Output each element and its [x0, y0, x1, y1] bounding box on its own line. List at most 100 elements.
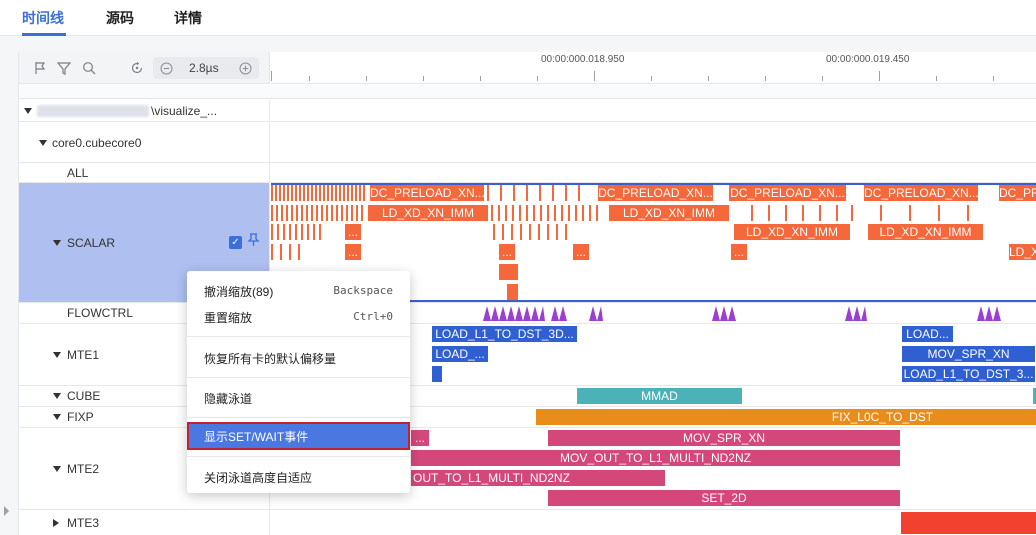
scalar-stripe: [311, 205, 313, 221]
ruler-tick: [993, 76, 994, 81]
ruler-tick: [765, 76, 766, 81]
zoom-control: 2.8µs: [153, 57, 259, 79]
mte3-track[interactable]: [271, 510, 1036, 535]
scalar-stripe: [275, 185, 277, 201]
event-block[interactable]: DC_PRELOAD_XN...: [598, 185, 713, 201]
event-block[interactable]: ...: [411, 430, 429, 446]
scalar-stripe: [339, 185, 341, 201]
lane-flowctrl[interactable]: FLOWCTRL: [19, 303, 1036, 324]
lane-label: MTE1: [67, 347, 100, 362]
time-ruler[interactable]: 00:00:000.018.950 00:00:000.019.450: [271, 52, 1036, 84]
event-block[interactable]: ...: [345, 244, 361, 260]
lane-fixp[interactable]: FIXP FIX_L0C_TO_DST: [19, 407, 1036, 428]
menu-item-disable-auto-height[interactable]: 关闭泳道高度自适应: [187, 463, 410, 489]
event-block[interactable]: DC_PR: [999, 185, 1036, 201]
lane-label: MTE2: [67, 461, 100, 476]
tab-source[interactable]: 源码: [106, 8, 134, 28]
scalar-stripe: [307, 185, 309, 201]
scalar-stripe: [526, 185, 528, 201]
menu-item-show-set-wait[interactable]: 显示SET/WAIT事件: [187, 422, 410, 450]
event-block[interactable]: ...: [573, 244, 589, 260]
zoom-in-icon[interactable]: [236, 59, 254, 77]
event-block[interactable]: LD_XD_XN_IMM: [368, 205, 488, 221]
event-block[interactable]: MOV_SPR_XN: [902, 346, 1035, 362]
ruler-tick: [822, 76, 823, 81]
filter-icon[interactable]: [55, 59, 73, 77]
scalar-stripe: [502, 224, 504, 240]
flowctrl-mark[interactable]: [483, 305, 545, 323]
event-block[interactable]: ...: [499, 244, 515, 260]
flowctrl-mark[interactable]: [977, 305, 1001, 323]
event-block[interactable]: [901, 512, 1036, 534]
event-block[interactable]: LOAD...: [902, 326, 953, 342]
event-block[interactable]: LD_X: [1009, 244, 1036, 260]
event-block[interactable]: ...: [731, 244, 747, 260]
caret-right-icon[interactable]: [53, 518, 59, 527]
caret-down-icon[interactable]: [53, 393, 61, 399]
scalar-stripe: [331, 205, 333, 221]
scalar-stripe: [529, 224, 531, 240]
event-block[interactable]: LOAD_...: [432, 346, 488, 362]
flowctrl-mark[interactable]: [712, 305, 737, 323]
flag-icon[interactable]: [31, 59, 49, 77]
scalar-stripe: [909, 205, 911, 221]
lane-all[interactable]: ALL: [19, 163, 1036, 183]
scalar-stripe: [281, 205, 283, 221]
scalar-stripe: [319, 224, 321, 240]
event-block[interactable]: LOAD_L1_TO_DST_3...: [902, 366, 1035, 382]
caret-down-icon[interactable]: [53, 465, 61, 472]
scalar-stripe: [295, 185, 297, 201]
tree-root-row[interactable]: \visualize_...: [19, 100, 1036, 122]
ruler-tick: [423, 76, 424, 81]
tab-details[interactable]: 详情: [174, 8, 202, 28]
flowctrl-mark[interactable]: [551, 305, 569, 323]
ruler-tick: [480, 76, 481, 81]
event-block[interactable]: MOV_OUT_TO_L1_MULTI_ND2NZ: [411, 450, 900, 466]
expand-arrow-icon[interactable]: [4, 506, 9, 516]
event-block[interactable]: MMAD: [577, 388, 742, 404]
event-block[interactable]: ...: [345, 224, 361, 240]
event-block[interactable]: FIX_L0C_TO_DST: [536, 409, 1036, 425]
zoom-out-icon[interactable]: [157, 59, 175, 77]
event-block[interactable]: SET_2D: [548, 490, 900, 506]
flowctrl-mark[interactable]: [589, 305, 603, 323]
event-block[interactable]: LD_XD_XN_IMM: [609, 205, 729, 221]
event-block[interactable]: DC_PRELOAD_XN...: [864, 185, 978, 201]
caret-down-icon[interactable]: [24, 107, 32, 114]
tree-core-row[interactable]: core0.cubecore0: [19, 123, 1036, 163]
search-icon[interactable]: [80, 59, 98, 77]
event-block[interactable]: OUT_TO_L1_MULTI_ND2NZ: [411, 470, 665, 486]
event-block[interactable]: LOAD_L1_TO_DST_3D...: [432, 326, 577, 342]
lane-mte2[interactable]: MTE2 ... MOV_SPR_XN MOV_OUT_TO_L1_MULTI_…: [19, 428, 1036, 510]
menu-item-reset-zoom[interactable]: 重置缩放 Ctrl+0: [187, 303, 410, 329]
event-block[interactable]: [432, 366, 442, 382]
caret-down-icon[interactable]: [53, 414, 61, 420]
menu-item-hide-lane[interactable]: 隐藏泳道: [187, 384, 410, 410]
menu-item-undo-zoom[interactable]: 撤消缩放(89) Backspace: [187, 277, 410, 303]
lane-checkbox[interactable]: ✓: [229, 236, 242, 249]
menu-divider: [187, 377, 410, 378]
menu-item-restore-offsets[interactable]: 恢复所有卡的默认偏移量: [187, 344, 410, 370]
caret-down-icon[interactable]: [53, 239, 61, 246]
context-menu: 撤消缩放(89) Backspace 重置缩放 Ctrl+0 恢复所有卡的默认偏…: [187, 271, 410, 493]
event-block[interactable]: LD_XD_XN_IMM: [868, 224, 983, 240]
event-block[interactable]: DC_PRELOAD_XN...: [729, 185, 846, 201]
lane-mte1[interactable]: MTE1 LOAD_L1_TO_DST_3D... LOAD... LOAD_.…: [19, 324, 1036, 386]
scalar-stripe: [751, 205, 753, 221]
event-block[interactable]: DC_PRELOAD_XN...: [370, 185, 484, 201]
caret-down-icon[interactable]: [39, 139, 47, 146]
lane-cube[interactable]: CUBE MMAD: [19, 386, 1036, 407]
tab-timeline[interactable]: 时间线: [22, 8, 64, 28]
scalar-stripe: [277, 224, 279, 240]
event-block[interactable]: MOV_SPR_XN: [548, 430, 900, 446]
timeline-toolbar: 2.8µs: [19, 52, 270, 84]
flowctrl-mark[interactable]: [845, 305, 867, 323]
scalar-stripe: [361, 205, 363, 221]
reset-icon[interactable]: [128, 59, 146, 77]
lane-mte3[interactable]: MTE3: [19, 510, 1036, 535]
lane-scalar[interactable]: SCALAR ✓ DC_PRELOAD_XN... DC_PRELOAD_XN.…: [19, 183, 1036, 303]
event-block[interactable]: LD_XD_XN_IMM: [734, 224, 850, 240]
scalar-stripe: [291, 185, 293, 201]
caret-down-icon[interactable]: [53, 351, 61, 358]
pin-icon[interactable]: [247, 233, 260, 250]
